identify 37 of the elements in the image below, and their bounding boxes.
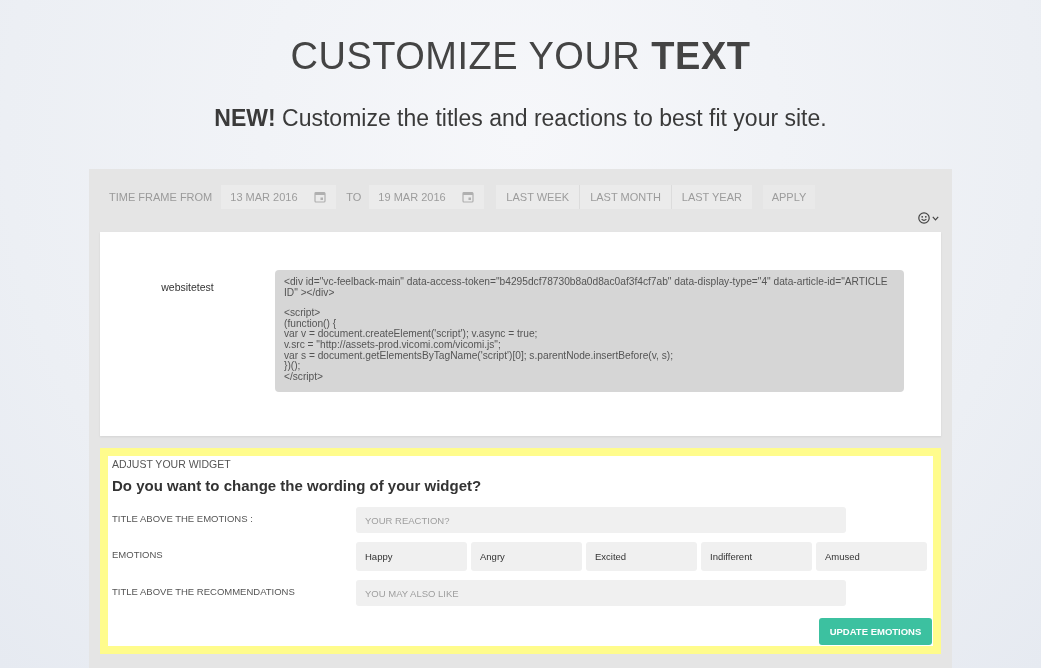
emotion-input[interactable]: Angry	[471, 542, 582, 572]
smiley-icon	[918, 212, 930, 224]
emotion-input[interactable]: Amused	[816, 542, 927, 572]
emotion-input[interactable]: Happy	[356, 542, 467, 572]
calendar-icon	[314, 191, 327, 203]
filter-label: TO	[346, 189, 362, 205]
page-subtitle: NEW! Customize the titles and reactions to best fit your site.	[214, 104, 827, 132]
emoji-dropdown[interactable]	[918, 211, 939, 225]
date-picker-button[interactable]: 19 MAR 2016	[369, 185, 485, 209]
field-label: EMOTIONS	[112, 549, 163, 562]
emotion-input[interactable]: Excited	[586, 542, 697, 572]
time-range-tab[interactable]: LAST WEEK	[496, 185, 580, 209]
code-line: })();	[284, 361, 301, 372]
code-line: </script>	[284, 371, 325, 383]
time-range-tab[interactable]: LAST MONTH	[579, 185, 671, 209]
widget-question: Do you want to change the wording of your widget?	[112, 476, 482, 497]
emotion-input[interactable]: Indifferent	[701, 542, 812, 572]
site-name: websitetest	[161, 281, 214, 294]
caret-icon	[932, 215, 939, 221]
date-picker-button[interactable]: 13 MAR 2016	[221, 185, 337, 209]
calendar-icon	[462, 191, 475, 203]
code-line: v.src = "http://assets-prod.vicomi.com/vicomi.js";	[284, 339, 501, 351]
code-line: <script>	[284, 308, 321, 319]
code-line: var v = document.createElement('script'); v.async = true;	[284, 329, 539, 340]
code-line: <div id="vc-feelback-main" data-access-token="b4295dcf78730b8a0d8ac0af3f4cf7ab" data-display-type="4" data-article-id="ARTICLE ID" ></div>	[284, 277, 889, 299]
code-line: (function() {	[284, 318, 337, 330]
update-emotions-button[interactable]: UPDATE EMOTIONS	[819, 618, 932, 646]
filter-label: TIME FRAME FROM	[109, 189, 213, 205]
field-label: TITLE ABOVE THE EMOTIONS :	[112, 512, 253, 525]
code-line: var s = document.getElementsByTagName('script')[0]; s.parentNode.insertBefore(v, s);	[284, 350, 674, 361]
text-input[interactable]: YOUR REACTION?	[356, 507, 846, 534]
text-input[interactable]: YOU MAY ALSO LIKE	[356, 580, 846, 607]
apply-button[interactable]: APPLY	[762, 185, 815, 209]
section-label: ADJUST YOUR WIDGET	[112, 457, 231, 472]
time-range-tab[interactable]: LAST YEAR	[670, 185, 752, 209]
field-label: TITLE ABOVE THE RECOMMENDATIONS	[112, 585, 295, 598]
page-title: CUSTOMIZE YOUR TEXT	[290, 34, 751, 78]
